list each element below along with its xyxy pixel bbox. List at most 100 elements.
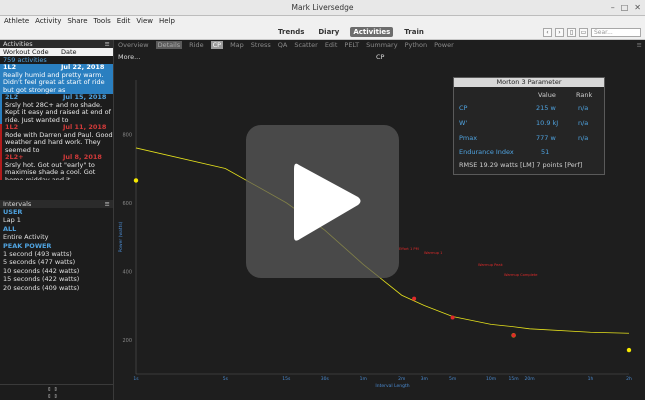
window-title: Mark Liversedge bbox=[291, 3, 354, 12]
col-workout-code[interactable]: Workout Code bbox=[3, 48, 61, 56]
x-tick-label: 1h bbox=[588, 376, 594, 382]
menu-athlete[interactable]: Athlete bbox=[4, 17, 29, 25]
red-point bbox=[412, 296, 417, 301]
left-sidebar: Activities ≡ Workout Code Date 759 activ… bbox=[0, 40, 114, 400]
interval-item[interactable]: 20 seconds (409 watts) bbox=[0, 284, 113, 292]
interval-item[interactable]: 1 second (493 watts) bbox=[0, 250, 113, 258]
interval-item[interactable]: 5 seconds (477 watts) bbox=[0, 258, 113, 266]
x-tick-label: 5s bbox=[223, 376, 229, 382]
close-icon[interactable]: ✕ bbox=[634, 3, 641, 12]
interval-annotation: Warmup 1 bbox=[424, 251, 442, 255]
search-input[interactable]: Sear... bbox=[591, 28, 641, 37]
x-tick-label: 15s bbox=[282, 376, 291, 382]
interval-group[interactable]: ALL bbox=[0, 225, 113, 233]
activity-description: Srsly hot. Got out "early" to maximise s… bbox=[5, 160, 96, 180]
red-point bbox=[511, 333, 516, 338]
y-tick-label: 600 bbox=[122, 201, 132, 207]
model-row-rank: n/a bbox=[578, 104, 589, 112]
interval-annotation: Warmup Complete bbox=[504, 273, 538, 277]
layout-icon[interactable]: ▭ bbox=[579, 28, 588, 37]
activity-description: Srsly hot 28C+ and no shade. Kept it eas… bbox=[5, 100, 111, 124]
model-title: Morton 3 Parameter bbox=[454, 78, 604, 87]
red-point bbox=[450, 315, 455, 320]
x-tick-label: 5m bbox=[449, 376, 456, 382]
x-tick-label: 1m bbox=[360, 376, 367, 382]
model-row-value: 777 w bbox=[536, 134, 556, 142]
x-tick-label: 3m bbox=[421, 376, 428, 382]
model-row-value: 215 w bbox=[536, 104, 556, 112]
intervals-menu-icon[interactable]: ≡ bbox=[105, 200, 110, 208]
interval-annotation: Warmup Peak bbox=[478, 263, 504, 267]
model-row-name: Pmax bbox=[459, 134, 478, 142]
x-tick-label: 1s bbox=[133, 376, 139, 382]
maximize-icon[interactable]: □ bbox=[621, 3, 629, 12]
model-row-name: CP bbox=[459, 104, 468, 112]
model-row-value: 51 bbox=[541, 148, 550, 156]
interval-item[interactable]: 10 seconds (442 watts) bbox=[0, 267, 113, 275]
activities-panel-header: Activities ≡ bbox=[0, 40, 113, 48]
interval-group[interactable]: PEAK POWER bbox=[0, 242, 113, 250]
play-button[interactable] bbox=[246, 125, 399, 278]
menubar: Athlete Activity Share Tools Edit View H… bbox=[0, 16, 645, 26]
sidebar-collapse-icon[interactable]: ⇕ ⇕ bbox=[47, 394, 58, 400]
model-row-rank: n/a bbox=[578, 119, 589, 127]
model-col-value: Value bbox=[538, 91, 556, 99]
view-switcher: Trends Diary Activities Train bbox=[275, 27, 427, 37]
menu-share[interactable]: Share bbox=[67, 17, 87, 25]
menu-activity[interactable]: Activity bbox=[35, 17, 61, 25]
intervals-panel-header: Intervals ≡ bbox=[0, 200, 113, 208]
window-titlebar: Mark Liversedge – □ ✕ bbox=[0, 0, 645, 16]
activity-list: 1L2 Jul 22, 2018 Really humid and pretty w… bbox=[0, 64, 113, 180]
activity-description: Really humid and pretty warm. Didn't fee… bbox=[3, 70, 105, 94]
col-date[interactable]: Date bbox=[61, 48, 77, 56]
interval-item[interactable]: Lap 1 bbox=[0, 216, 113, 224]
activity-count: 759 activities bbox=[3, 56, 47, 64]
back-icon[interactable]: ‹ bbox=[543, 28, 552, 37]
interval-annotation: Effort 1 PM bbox=[399, 247, 419, 251]
sidebar-toggle-icon[interactable]: ▯ bbox=[567, 28, 576, 37]
model-row-rank: n/a bbox=[578, 134, 589, 142]
activity-item[interactable]: 1L2 Jul 11, 2018 Rode with Darren and Paul… bbox=[0, 123, 113, 154]
intervals-header-label: Intervals bbox=[3, 200, 32, 208]
x-tick-label: 20m bbox=[524, 376, 534, 382]
menu-tools[interactable]: Tools bbox=[94, 17, 111, 25]
y-tick-label: 400 bbox=[122, 269, 132, 275]
x-tick-label: 30s bbox=[321, 376, 330, 382]
menu-edit[interactable]: Edit bbox=[117, 17, 131, 25]
model-rmse: RMSE 19.29 watts [LM] 7 points [Perf] bbox=[459, 161, 583, 169]
sidebar-expand-icon[interactable]: ⇕ ⇕ bbox=[47, 387, 58, 393]
y-axis-label: Power (watts) bbox=[118, 221, 124, 252]
menu-view[interactable]: View bbox=[136, 17, 153, 25]
model-col-rank: Rank bbox=[576, 91, 593, 99]
activities-header-label: Activities bbox=[3, 40, 33, 48]
interval-item[interactable]: 15 seconds (422 watts) bbox=[0, 275, 113, 283]
panel-menu-icon[interactable]: ≡ bbox=[105, 40, 110, 48]
toolbar: Trends Diary Activities Train ‹ › ▯ ▭ Se… bbox=[0, 26, 645, 40]
activity-description: Rode with Darren and Paul. Good weather … bbox=[5, 130, 113, 154]
x-tick-label: 10m bbox=[486, 376, 496, 382]
interval-item[interactable]: Entire Activity bbox=[0, 233, 113, 241]
forward-icon[interactable]: › bbox=[555, 28, 564, 37]
x-tick-label: 2m bbox=[398, 376, 405, 382]
menu-help[interactable]: Help bbox=[159, 17, 175, 25]
minimize-icon[interactable]: – bbox=[611, 3, 615, 12]
interval-group[interactable]: USER bbox=[0, 208, 113, 216]
sidebar-footer: ⇕ ⇕ ⇕ ⇕ bbox=[0, 384, 113, 400]
activity-item[interactable]: 2L2+ Jul 8, 2018 Srsly hot. Got out "early… bbox=[0, 153, 113, 180]
activity-item[interactable]: 2L2 Jul 15, 2018 Srsly hot 28C+ and no sha… bbox=[0, 93, 113, 124]
activities-column-header: Workout Code Date bbox=[0, 48, 113, 56]
model-row-value: 10.9 kJ bbox=[536, 119, 559, 127]
intervals-panel: Intervals ≡ USER Lap 1 ALL Entire Activity P… bbox=[0, 200, 113, 310]
view-diary[interactable]: Diary bbox=[315, 27, 342, 37]
model-row-name: Endurance Index bbox=[459, 148, 514, 156]
view-trends[interactable]: Trends bbox=[275, 27, 307, 37]
play-icon bbox=[294, 163, 361, 241]
yellow-point bbox=[626, 347, 632, 353]
view-train[interactable]: Train bbox=[401, 27, 427, 37]
x-tick-label: 15m bbox=[509, 376, 519, 382]
model-row-name: W' bbox=[459, 119, 468, 127]
x-tick-label: 2h bbox=[626, 376, 632, 382]
yellow-point bbox=[133, 178, 139, 183]
activity-item[interactable]: 1L2 Jul 22, 2018 Really humid and pretty w… bbox=[0, 64, 113, 94]
view-activities[interactable]: Activities bbox=[350, 27, 394, 37]
